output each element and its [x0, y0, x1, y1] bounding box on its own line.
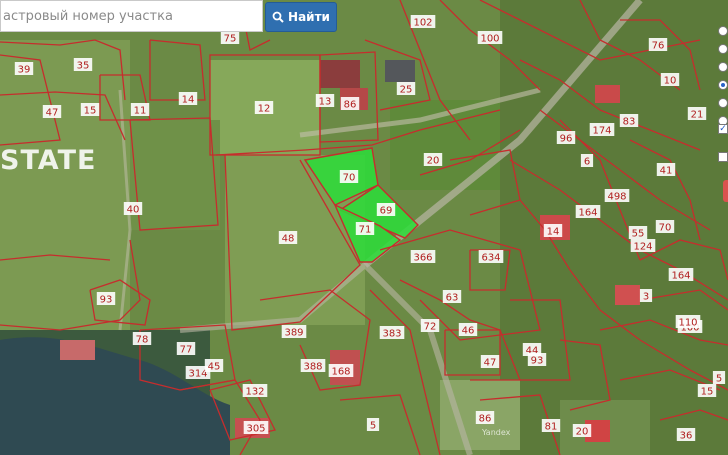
parcel-number-label: 6	[584, 157, 590, 168]
parcel-number-label: 41	[660, 166, 673, 177]
parcel-number-label: 389	[284, 328, 303, 339]
layer-checkbox[interactable]	[718, 152, 728, 162]
parcel-number-label: 46	[462, 326, 475, 337]
parcel-number-label: 10	[664, 76, 677, 87]
parcel-number-label: 5	[716, 374, 722, 385]
parcel-number-label: 40	[127, 205, 140, 216]
parcel-number-label: 70	[659, 223, 672, 234]
search-box[interactable]	[0, 0, 263, 32]
layer-radio[interactable]	[718, 26, 728, 36]
parcel-number-label: 5	[370, 421, 376, 432]
parcel-number-label: 14	[182, 95, 195, 106]
search-button-label: Найти	[288, 10, 330, 24]
layer-radio[interactable]	[718, 62, 728, 72]
layer-radio[interactable]	[718, 80, 728, 90]
parcel-number-label: 86	[479, 414, 492, 425]
layer-checkbox[interactable]: ✓	[718, 124, 728, 134]
parcel-number-label: 36	[680, 431, 693, 442]
parcel-number-label: 366	[413, 253, 432, 264]
parcel-number-label: 48	[282, 234, 295, 245]
parcel-number-label: 20	[576, 427, 589, 438]
parcel-number-label: 21	[691, 110, 704, 121]
parcel-number-label: 15	[84, 106, 97, 117]
search-button[interactable]: Найти	[265, 2, 337, 32]
parcel-number-label: 20	[427, 156, 440, 167]
watermark: STATE	[0, 145, 97, 176]
parcel-number-label: 102	[413, 18, 432, 29]
map-credit: Yandex	[482, 428, 511, 437]
parcel-number-label: 70	[343, 173, 356, 184]
parcel-number-label: 124	[633, 242, 652, 253]
parcel-number-label: 35	[77, 61, 90, 72]
layer-radio[interactable]	[718, 98, 728, 108]
parcel-number-label: 77	[180, 345, 193, 356]
parcel-number-label: 132	[245, 387, 264, 398]
parcel-number-label: 100	[480, 34, 499, 45]
parcel-number-label: 634	[481, 253, 500, 264]
parcel-number-label: 47	[484, 358, 497, 369]
parcel-number-label: 63	[446, 293, 459, 304]
parcel-number-label: 110	[678, 318, 697, 329]
parcel-number-label: 388	[303, 362, 322, 373]
cadastral-search-input[interactable]	[1, 1, 262, 31]
parcel-number-label: 93	[531, 356, 544, 367]
parcel-number-label: 15	[701, 387, 714, 398]
parcel-number-label: 86	[344, 100, 357, 111]
parcel-number-label: 81	[545, 422, 558, 433]
parcel-number-label: 93	[100, 295, 113, 306]
parcel-number-label: 14	[547, 227, 560, 238]
parcel-number-label: 314	[188, 369, 207, 380]
parcel-number-label: 96	[560, 134, 573, 145]
parcel-number-label: 164	[578, 208, 597, 219]
layer-radio[interactable]	[718, 44, 728, 54]
parcel-number-label: 69	[380, 206, 393, 217]
parcel-number-label: 78	[136, 335, 149, 346]
parcel-number-label: 383	[382, 329, 401, 340]
parcel-number-label: 305	[246, 424, 265, 435]
parcel-number-label: 168	[331, 367, 350, 378]
parcel-number-label: 11	[134, 106, 147, 117]
parcel-number-label: 71	[359, 225, 372, 236]
panel-toggle-button[interactable]	[723, 180, 728, 202]
parcel-number-label: 55	[632, 229, 645, 240]
parcel-number-label: 12	[258, 104, 271, 115]
parcel-number-label: 75	[224, 34, 237, 45]
parcel-number-label: 83	[623, 117, 636, 128]
parcel-number-label: 72	[424, 322, 437, 333]
parcel-number-label: 174	[592, 126, 611, 137]
search-icon	[272, 11, 284, 23]
parcel-number-label: 39	[18, 65, 31, 76]
parcel-number-label: 76	[652, 41, 665, 52]
parcel-number-label: 47	[46, 108, 59, 119]
parcel-number-label: 3	[643, 292, 649, 303]
parcel-number-label: 164	[671, 271, 690, 282]
parcel-number-label: 45	[208, 362, 221, 373]
cadastral-map[interactable]: 39 351547 11141213 862575102100761020217069…	[0, 0, 728, 455]
parcel-number-label: 498	[607, 192, 626, 203]
parcel-number-label: 13	[319, 97, 332, 108]
parcel-number-label: 25	[400, 85, 413, 96]
layer-panel: ✓	[714, 14, 728, 204]
